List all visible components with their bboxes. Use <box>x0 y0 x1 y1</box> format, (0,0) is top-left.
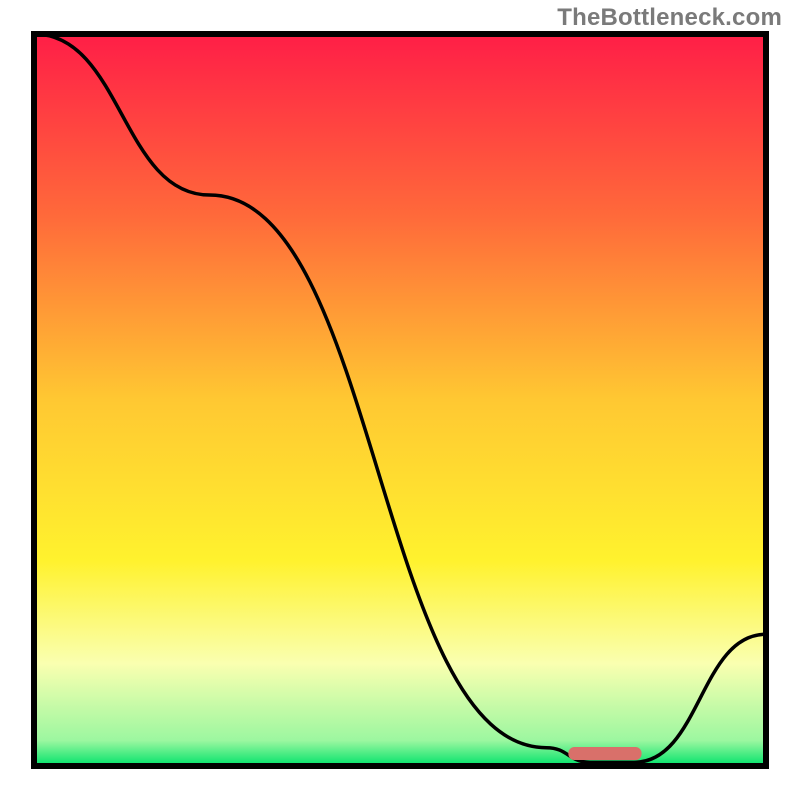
gradient-field <box>34 34 766 766</box>
optimal-range-marker <box>568 747 641 760</box>
chart-container: TheBottleneck.com <box>0 0 800 800</box>
watermark-label: TheBottleneck.com <box>557 4 782 32</box>
bottleneck-heat-plot <box>31 31 769 769</box>
plot-svg <box>31 31 769 769</box>
